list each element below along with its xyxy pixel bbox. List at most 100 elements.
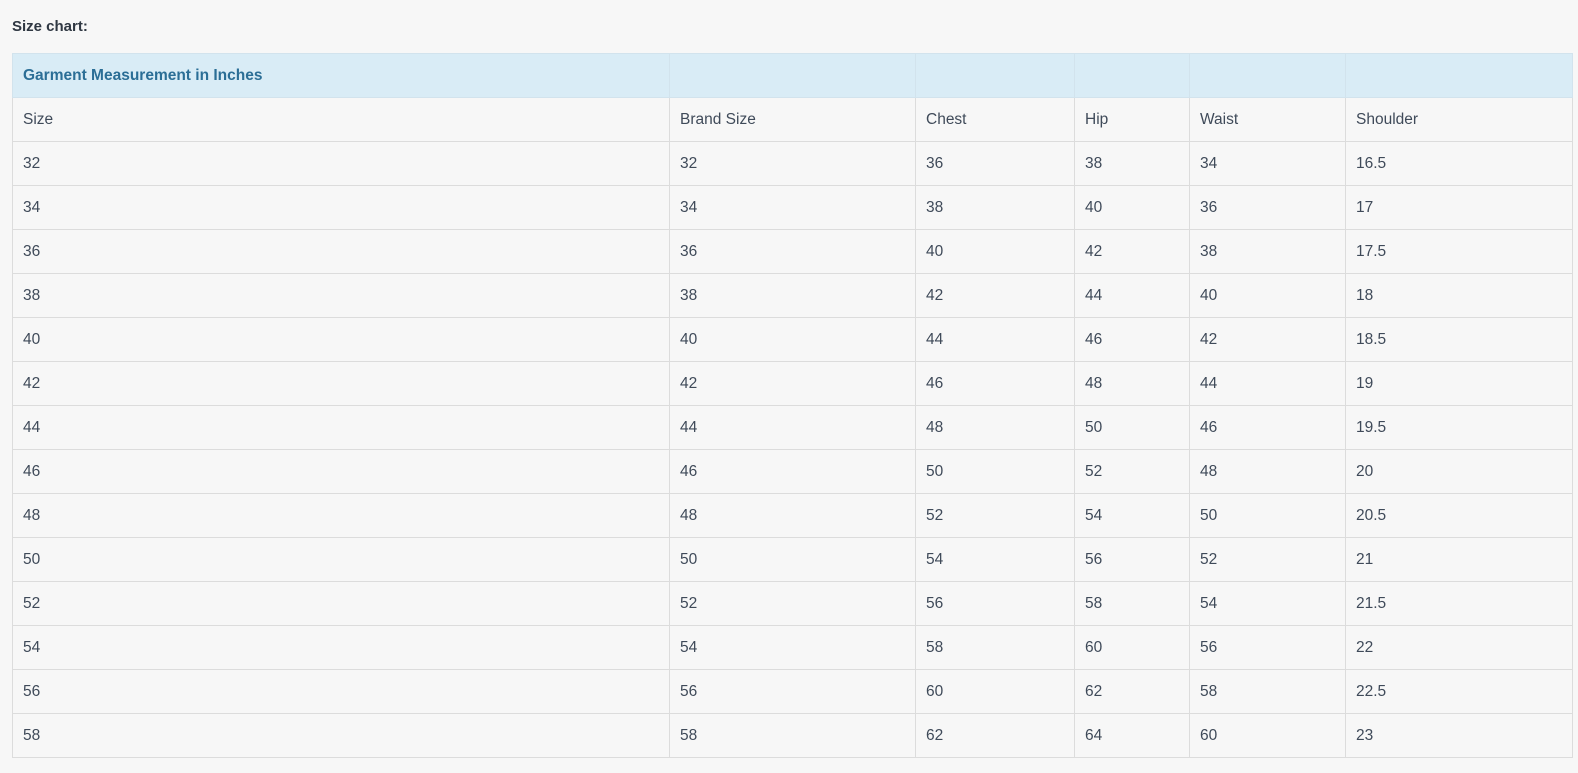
cell-size: 52 <box>12 581 670 626</box>
cell-size: 38 <box>12 273 670 318</box>
cell-waist: 50 <box>1189 493 1346 538</box>
table-row: 50 50 54 56 52 21 <box>12 537 1573 582</box>
size-chart-heading: Size chart: <box>12 18 88 35</box>
cell-chest: 62 <box>915 713 1075 758</box>
cell-size: 48 <box>12 493 670 538</box>
cell-hip: 48 <box>1074 361 1190 406</box>
cell-size: 58 <box>12 713 670 758</box>
cell-shoulder: 21.5 <box>1345 581 1573 626</box>
cell-chest: 54 <box>915 537 1075 582</box>
cell-hip: 44 <box>1074 273 1190 318</box>
cell-shoulder: 17.5 <box>1345 229 1573 274</box>
cell-hip: 62 <box>1074 669 1190 714</box>
cell-size: 34 <box>12 185 670 230</box>
table-caption-empty-cell <box>1345 53 1573 98</box>
cell-chest: 36 <box>915 141 1075 186</box>
cell-brand-size: 42 <box>669 361 916 406</box>
cell-waist: 48 <box>1189 449 1346 494</box>
table-row: 42 42 46 48 44 19 <box>12 361 1573 406</box>
cell-brand-size: 56 <box>669 669 916 714</box>
cell-waist: 42 <box>1189 317 1346 362</box>
column-header-waist: Waist <box>1189 97 1346 142</box>
cell-shoulder: 22.5 <box>1345 669 1573 714</box>
cell-hip: 40 <box>1074 185 1190 230</box>
cell-size: 56 <box>12 669 670 714</box>
column-header-size: Size <box>12 97 670 142</box>
table-row: 54 54 58 60 56 22 <box>12 625 1573 670</box>
cell-brand-size: 52 <box>669 581 916 626</box>
cell-hip: 54 <box>1074 493 1190 538</box>
cell-hip: 46 <box>1074 317 1190 362</box>
column-header-chest: Chest <box>915 97 1075 142</box>
column-header-brand-size: Brand Size <box>669 97 916 142</box>
table-row: 52 52 56 58 54 21.5 <box>12 581 1573 626</box>
cell-shoulder: 21 <box>1345 537 1573 582</box>
cell-size: 44 <box>12 405 670 450</box>
cell-brand-size: 46 <box>669 449 916 494</box>
cell-brand-size: 48 <box>669 493 916 538</box>
cell-hip: 58 <box>1074 581 1190 626</box>
cell-waist: 36 <box>1189 185 1346 230</box>
table-row: 56 56 60 62 58 22.5 <box>12 669 1573 714</box>
cell-shoulder: 20 <box>1345 449 1573 494</box>
cell-waist: 34 <box>1189 141 1346 186</box>
cell-chest: 60 <box>915 669 1075 714</box>
cell-waist: 58 <box>1189 669 1346 714</box>
cell-waist: 40 <box>1189 273 1346 318</box>
table-caption-empty-cell <box>915 53 1075 98</box>
table-row: 38 38 42 44 40 18 <box>12 273 1573 318</box>
cell-shoulder: 19.5 <box>1345 405 1573 450</box>
table-caption: Garment Measurement in Inches <box>12 53 670 98</box>
cell-chest: 52 <box>915 493 1075 538</box>
cell-waist: 54 <box>1189 581 1346 626</box>
cell-brand-size: 40 <box>669 317 916 362</box>
cell-chest: 38 <box>915 185 1075 230</box>
cell-chest: 56 <box>915 581 1075 626</box>
cell-waist: 44 <box>1189 361 1346 406</box>
cell-chest: 50 <box>915 449 1075 494</box>
table-caption-empty-cell <box>1074 53 1190 98</box>
cell-brand-size: 58 <box>669 713 916 758</box>
cell-shoulder: 20.5 <box>1345 493 1573 538</box>
size-chart-table-body: Garment Measurement in Inches Size Brand… <box>12 53 1573 758</box>
table-row: 34 34 38 40 36 17 <box>12 185 1573 230</box>
table-header-row: Size Brand Size Chest Hip Waist Shoulder <box>12 97 1573 142</box>
cell-hip: 50 <box>1074 405 1190 450</box>
cell-hip: 60 <box>1074 625 1190 670</box>
cell-shoulder: 17 <box>1345 185 1573 230</box>
cell-size: 40 <box>12 317 670 362</box>
cell-hip: 56 <box>1074 537 1190 582</box>
cell-shoulder: 23 <box>1345 713 1573 758</box>
cell-shoulder: 22 <box>1345 625 1573 670</box>
cell-waist: 38 <box>1189 229 1346 274</box>
size-chart-page: Size chart: Garment Measurement in Inche… <box>0 0 1578 773</box>
cell-chest: 46 <box>915 361 1075 406</box>
cell-brand-size: 44 <box>669 405 916 450</box>
cell-size: 32 <box>12 141 670 186</box>
cell-hip: 52 <box>1074 449 1190 494</box>
cell-shoulder: 19 <box>1345 361 1573 406</box>
table-caption-row: Garment Measurement in Inches <box>12 53 1573 98</box>
cell-waist: 60 <box>1189 713 1346 758</box>
table-row: 36 36 40 42 38 17.5 <box>12 229 1573 274</box>
cell-hip: 64 <box>1074 713 1190 758</box>
cell-brand-size: 54 <box>669 625 916 670</box>
cell-hip: 38 <box>1074 141 1190 186</box>
cell-chest: 40 <box>915 229 1075 274</box>
cell-size: 36 <box>12 229 670 274</box>
cell-shoulder: 16.5 <box>1345 141 1573 186</box>
cell-hip: 42 <box>1074 229 1190 274</box>
cell-chest: 42 <box>915 273 1075 318</box>
cell-size: 46 <box>12 449 670 494</box>
cell-brand-size: 34 <box>669 185 916 230</box>
cell-size: 42 <box>12 361 670 406</box>
column-header-shoulder: Shoulder <box>1345 97 1573 142</box>
cell-brand-size: 50 <box>669 537 916 582</box>
table-row: 46 46 50 52 48 20 <box>12 449 1573 494</box>
table-caption-empty-cell <box>1189 53 1346 98</box>
cell-size: 50 <box>12 537 670 582</box>
table-row: 58 58 62 64 60 23 <box>12 713 1573 758</box>
cell-brand-size: 36 <box>669 229 916 274</box>
cell-waist: 46 <box>1189 405 1346 450</box>
cell-shoulder: 18.5 <box>1345 317 1573 362</box>
